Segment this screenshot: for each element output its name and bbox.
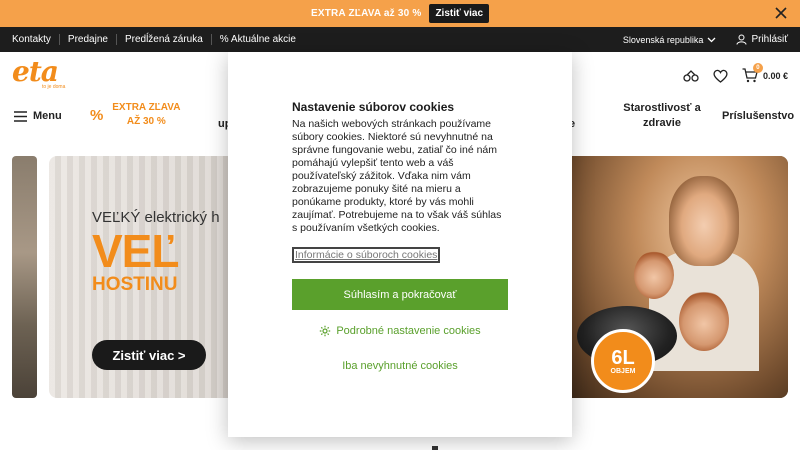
banner-line2: HOSTINU xyxy=(92,274,178,295)
country-selector[interactable]: Slovenská republika xyxy=(623,35,717,45)
detailed-cookies-label: Podrobné nastavenie cookies xyxy=(336,325,481,337)
gear-icon xyxy=(320,325,331,337)
category-promo[interactable]: % EXTRA ZĽAVA AŽ 30 % xyxy=(90,101,181,129)
top-nav-link-contacts[interactable]: Kontakty xyxy=(12,34,59,45)
country-label: Slovenská republika xyxy=(622,34,704,45)
hamburger-icon xyxy=(14,110,27,122)
heart-icon[interactable] xyxy=(713,69,728,83)
promo-bar: EXTRA ZĽAVA až 30 % Zistiť viac xyxy=(0,0,800,27)
promo-text: EXTRA ZĽAVA až 30 % xyxy=(310,8,422,19)
cookie-modal-title: Nastavenie súborov cookies xyxy=(292,100,455,114)
close-icon[interactable] xyxy=(774,6,788,20)
accept-cookies-button[interactable]: Súhlasím a pokračovať xyxy=(292,279,508,310)
top-nav-link-warranty[interactable]: Predĺžená záruka xyxy=(115,34,211,45)
cart-count-badge: 0 xyxy=(752,63,763,73)
banner-headline: VEĽ xyxy=(92,225,179,277)
eta-logo[interactable]: eta to je doma xyxy=(12,58,65,91)
menu-label: Menu xyxy=(33,110,62,122)
cookie-modal: Nastavenie súborov cookies Na našich web… xyxy=(228,52,572,437)
login-label: Prihlásiť xyxy=(751,34,788,45)
cart-button[interactable]: 0 0.00 € xyxy=(742,63,788,83)
photo-kid xyxy=(634,251,674,299)
scroll-indicator xyxy=(432,446,438,450)
category-care[interactable]: Starostlivosť a zdravie xyxy=(620,101,704,131)
cookie-info-link[interactable]: Informácie o súboroch cookies xyxy=(292,247,441,263)
category-accessories[interactable]: Príslušenstvo xyxy=(722,110,794,122)
chevron-down-icon xyxy=(707,37,716,42)
top-nav: Kontakty Predajne Predĺžená záruka % Akt… xyxy=(0,27,800,52)
user-icon xyxy=(736,34,747,45)
prev-slide-edge[interactable] xyxy=(12,156,37,398)
login-link[interactable]: Prihlásiť xyxy=(736,34,788,45)
photo-kid xyxy=(679,291,729,351)
promo-cta-button[interactable]: Zistiť viac xyxy=(429,4,490,23)
necessary-cookies-button[interactable]: Iba nevyhnutné cookies xyxy=(292,360,508,372)
banner-cta-button[interactable]: Zistiť viac > xyxy=(92,340,206,370)
volume-badge: 6L OBJEM xyxy=(591,329,655,393)
banner-subtitle: VEĽKÝ elektrický h xyxy=(92,209,220,226)
percent-icon: % xyxy=(90,106,104,124)
top-nav-link-offers[interactable]: % Aktuálne akcie xyxy=(210,34,304,45)
detailed-cookies-button[interactable]: Podrobné nastavenie cookies xyxy=(292,325,508,337)
compare-icon[interactable] xyxy=(683,69,699,83)
menu-button[interactable]: Menu xyxy=(14,110,62,122)
cart-total: 0.00 € xyxy=(762,70,788,81)
top-nav-link-stores[interactable]: Predajne xyxy=(58,34,116,45)
photo-woman xyxy=(669,176,739,266)
category-promo-label: EXTRA ZĽAVA AŽ 30 % xyxy=(112,102,181,127)
cookie-modal-body: Na našich webových stránkach používame s… xyxy=(292,118,502,234)
